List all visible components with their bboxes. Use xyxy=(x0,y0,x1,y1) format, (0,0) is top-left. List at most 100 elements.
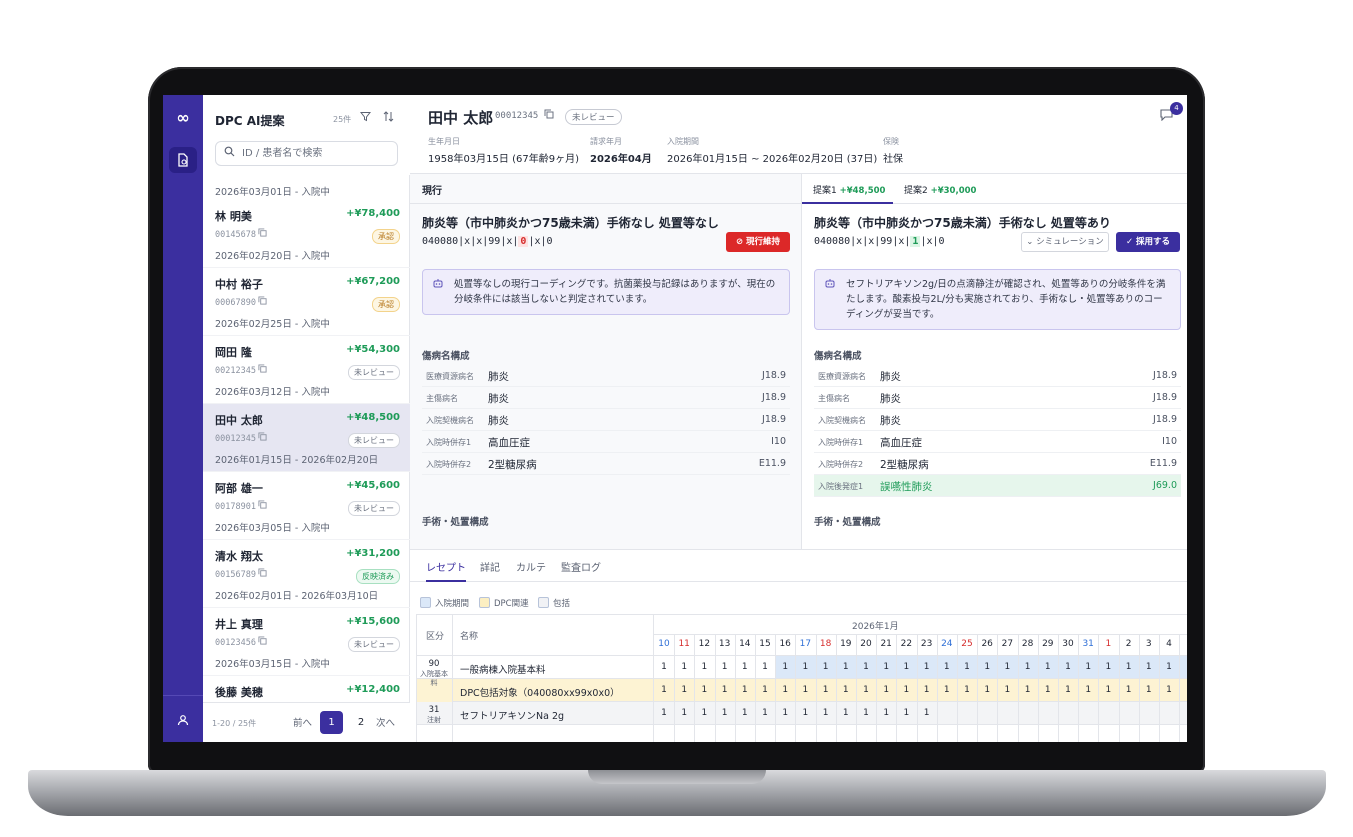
tab-proposal-2[interactable]: 提案2 +¥30,000 xyxy=(904,174,984,204)
prev-page-button[interactable]: 前へ xyxy=(293,715,312,729)
copy-icon[interactable] xyxy=(544,109,554,122)
grid-line xyxy=(734,634,736,742)
diagnosis-type: 入院後発症1 xyxy=(818,482,864,491)
day-cell-value: 1 xyxy=(762,662,768,672)
status-badge: 未レビュー xyxy=(348,365,400,380)
patient-name: 清水 翔太 xyxy=(215,550,263,563)
tab-proposal-1[interactable]: 提案1 +¥48,500 xyxy=(802,174,893,204)
adopt-button[interactable]: ✓ 採用する xyxy=(1116,232,1180,252)
patient-list-panel: DPC AI提案 25件 2026年03月01日 - 入院中 林 明美 +¥78,… xyxy=(203,95,410,742)
day-cell-value: 1 xyxy=(741,685,748,695)
day-cell-value: 1 xyxy=(1065,662,1071,672)
day-header: 16 xyxy=(779,639,791,649)
logo-icon[interactable]: ∞ xyxy=(169,107,197,129)
tab-receipt[interactable]: レセプト xyxy=(426,559,466,582)
tab-audit-log[interactable]: 監査ログ xyxy=(561,559,601,574)
simulation-button[interactable]: ⌄ シミュレーション xyxy=(1021,232,1109,252)
grid-line xyxy=(936,634,938,742)
day-cell-value: 1 xyxy=(802,708,809,718)
day-cell-value: 1 xyxy=(701,662,708,672)
row-item-name: DPC包括対象（040080xx99x0x0） xyxy=(460,688,620,699)
search-input[interactable] xyxy=(242,145,392,162)
day-cell-value: 1 xyxy=(964,685,970,695)
document-icon[interactable] xyxy=(169,147,197,173)
copy-icon[interactable] xyxy=(258,364,267,376)
patient-list-item[interactable]: 林 明美 +¥78,400 00145678 承認 2026年02月20日 - 入院中 xyxy=(203,200,410,268)
copy-icon[interactable] xyxy=(258,636,267,648)
keep-current-button[interactable]: ⊘ 現行維持 xyxy=(726,232,790,252)
day-cell-value: 1 xyxy=(842,685,849,695)
meta-stay-period: 入院期間 2026年01月15日 ~ 2026年02月20日 (37日) xyxy=(667,136,877,165)
patient-list-item[interactable]: 後藤 美穂 +¥12,400 xyxy=(203,676,410,702)
day-cell-value: 1 xyxy=(883,685,890,695)
next-page-button[interactable]: 次へ xyxy=(376,715,395,729)
grid-line xyxy=(674,634,676,742)
day-cell-value: 1 xyxy=(1125,685,1132,695)
amount-delta: +¥78,400 xyxy=(346,208,400,219)
note-text: 処置等なしの現行コーディングです。抗菌薬投与記録はありますが、現在の分岐条件には… xyxy=(454,279,776,305)
copy-icon[interactable] xyxy=(258,500,267,512)
filter-icon[interactable] xyxy=(359,111,372,125)
status-badge: 未レビュー xyxy=(565,109,622,125)
day-cell-value: 1 xyxy=(782,662,789,672)
patient-list-item[interactable]: 清水 翔太 +¥31,200 00156789 反映済み 2026年02月01日 - 2… xyxy=(203,540,410,608)
tab-chart[interactable]: カルテ xyxy=(516,559,546,574)
patient-name: 中村 裕子 xyxy=(215,278,263,291)
day-cell-value: 1 xyxy=(741,708,748,718)
grid-line xyxy=(795,634,797,742)
page-2-button[interactable]: 2 xyxy=(351,711,371,734)
bottom-tabs: レセプト 詳記 カルテ 監査ログ xyxy=(410,550,1187,582)
app-screen: ∞ DPC AI提案 25件 2026年03月 xyxy=(163,95,1187,742)
patient-id: 00178901 xyxy=(215,502,256,512)
legend-swatch xyxy=(420,597,431,608)
day-cell-value: 1 xyxy=(1125,662,1132,672)
day-header: 12 xyxy=(698,639,711,649)
day-cell-value: 1 xyxy=(863,662,869,672)
day-cell-value: 1 xyxy=(1145,662,1152,672)
patient-list-item[interactable]: 中村 裕子 +¥67,200 00067890 承認 2026年02月25日 - 入院中 xyxy=(203,268,410,336)
diagnosis-type: 入院時併存2 xyxy=(426,460,472,469)
code-part: 99 xyxy=(488,236,501,247)
day-cell-value: 1 xyxy=(701,685,708,695)
diagnosis-section-title: 傷病名構成 xyxy=(422,351,470,362)
patient-name: 岡田 隆 xyxy=(215,346,252,359)
grid-line xyxy=(916,634,918,742)
diagnosis-row: 主傷病名 肺炎 J18.9 xyxy=(814,387,1181,409)
diagnosis-name: 肺炎 xyxy=(488,371,509,383)
patient-list-item[interactable]: 阿部 雄一 +¥45,600 00178901 未レビュー 2026年03月05日 - … xyxy=(203,472,410,540)
icd-code: J18.9 xyxy=(1153,392,1177,403)
day-cell-value: 1 xyxy=(923,708,930,718)
patient-list-item[interactable]: 田中 太郎 +¥48,500 00012345 未レビュー 2026年01月15日 - … xyxy=(203,404,410,472)
note-text: セフトリアキソン2g/日の点滴静注が確認され、処置等ありの分岐条件を満たします。… xyxy=(846,279,1166,320)
day-cell-value: 1 xyxy=(1085,685,1092,695)
grid-line xyxy=(1179,634,1181,742)
day-cell-value: 1 xyxy=(883,662,890,672)
day-header: 11 xyxy=(678,639,690,649)
row-category-label: 入院基本料 xyxy=(420,670,448,687)
grid-line xyxy=(1098,634,1100,742)
day-cell-value: 1 xyxy=(923,685,930,695)
status-badge: 未レビュー xyxy=(348,637,400,652)
patient-list-item[interactable]: 岡田 隆 +¥54,300 00212345 未レビュー 2026年03月12日 - 入… xyxy=(203,336,410,404)
day-cell-value: 1 xyxy=(822,685,829,695)
copy-icon[interactable] xyxy=(258,568,267,580)
patient-id: 00012345 xyxy=(495,111,539,121)
copy-icon[interactable] xyxy=(258,432,267,444)
sort-icon[interactable] xyxy=(383,111,394,125)
patient-list-item[interactable]: 井上 真理 +¥15,600 00123456 未レビュー 2026年03月15日 - … xyxy=(203,608,410,676)
copy-icon[interactable] xyxy=(258,296,267,308)
admission-dates: 2026年03月15日 - 入院中 xyxy=(215,659,330,670)
meta-label: 保険 xyxy=(883,137,899,146)
page-1-button[interactable]: 1 xyxy=(320,711,343,734)
user-icon[interactable] xyxy=(169,707,197,733)
day-header: 5 xyxy=(1179,635,1187,654)
copy-icon[interactable] xyxy=(258,228,267,240)
diagnosis-name: 2型糖尿病 xyxy=(488,459,537,471)
tab-detail-note[interactable]: 詳記 xyxy=(480,559,500,574)
icd-code: J18.9 xyxy=(1153,414,1177,425)
proposal-column: 提案1 +¥48,500 提案2 +¥30,000 肺炎等（市中肺炎かつ75歳未… xyxy=(802,174,1187,550)
day-cell-value: 1 xyxy=(741,662,748,672)
day-cell-value: 1 xyxy=(822,708,829,718)
day-header: 28 xyxy=(1021,639,1034,649)
amount-delta: +¥31,200 xyxy=(346,548,400,559)
